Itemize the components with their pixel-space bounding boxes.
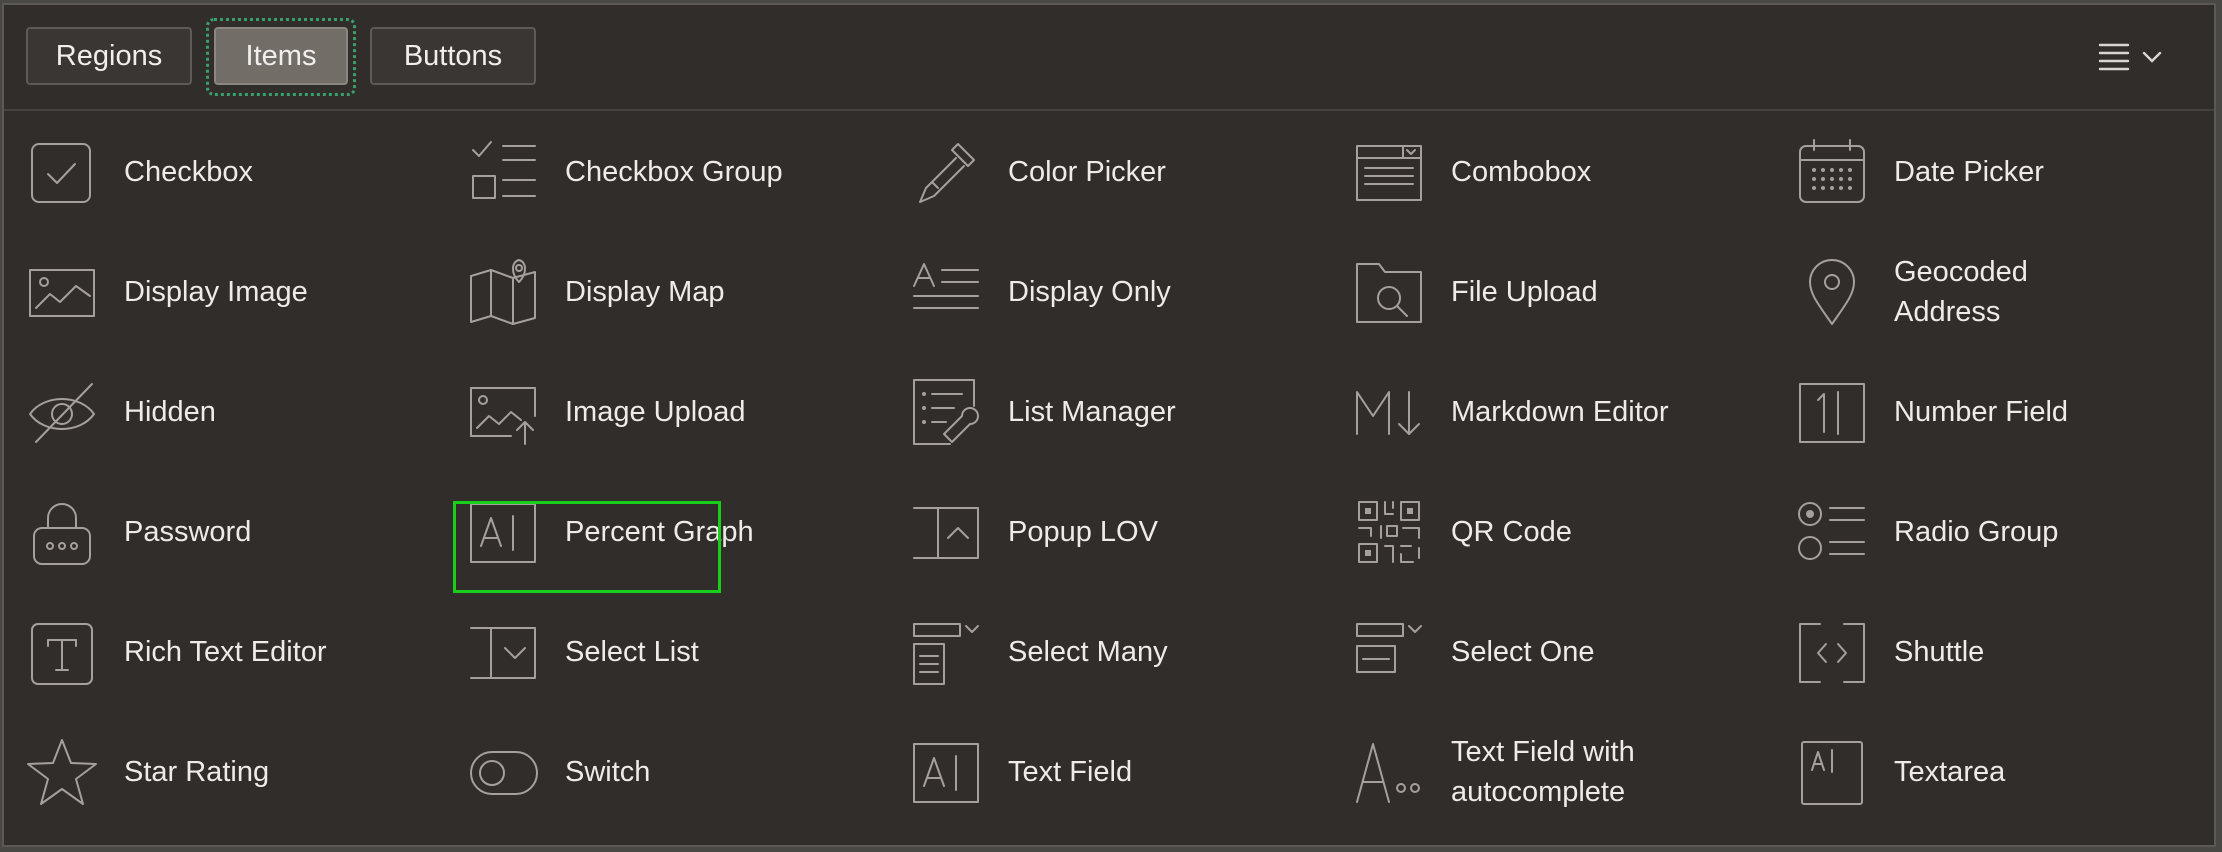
text-field-autocomplete-icon — [1353, 736, 1425, 808]
item-label: List Manager — [1008, 396, 1176, 428]
tab-focus-ring — [206, 18, 356, 96]
item-date-picker[interactable]: Date Picker — [1774, 127, 2114, 217]
list-manager-icon — [910, 376, 982, 448]
item-select-list[interactable]: Select List — [445, 607, 785, 697]
item-label: Switch — [565, 756, 651, 788]
item-checkbox[interactable]: Checkbox — [4, 127, 344, 217]
item-markdown-editor[interactable]: Markdown Editor — [1331, 367, 1671, 457]
item-checkbox-group[interactable]: Checkbox Group — [445, 127, 785, 217]
item-label: Geocoded Address — [1894, 256, 2028, 328]
textarea-icon — [1796, 736, 1868, 808]
select-many-icon — [910, 616, 982, 688]
item-label: Image Upload — [565, 396, 746, 428]
item-palette-panel: Regions Items Buttons Checkbox Checkbox … — [2, 3, 2216, 847]
item-label: Radio Group — [1894, 516, 2059, 548]
item-label: Text Field with autocomplete — [1451, 736, 1635, 808]
item-combobox[interactable]: Combobox — [1331, 127, 1671, 217]
item-label: Display Only — [1008, 276, 1171, 308]
date-picker-icon — [1796, 136, 1868, 208]
item-textarea[interactable]: Textarea — [1774, 727, 2114, 817]
hidden-icon — [26, 376, 98, 448]
item-number-field[interactable]: Number Field — [1774, 367, 2114, 457]
select-list-icon — [467, 616, 539, 688]
image-upload-icon — [467, 376, 539, 448]
item-text-field[interactable]: Text Field — [888, 727, 1228, 817]
rich-text-editor-icon — [26, 616, 98, 688]
item-geocoded-address[interactable]: Geocoded Address — [1774, 247, 2114, 337]
view-menu-button[interactable] — [2096, 41, 2176, 75]
item-select-many[interactable]: Select Many — [888, 607, 1228, 697]
item-label: Checkbox Group — [565, 156, 783, 188]
item-display-map[interactable]: Display Map — [445, 247, 785, 337]
item-label: Select One — [1451, 636, 1595, 668]
item-label: Shuttle — [1894, 636, 1985, 668]
item-label: Markdown Editor — [1451, 396, 1669, 428]
item-label: Color Picker — [1008, 156, 1166, 188]
item-label: File Upload — [1451, 276, 1598, 308]
checkbox-group-icon — [467, 136, 539, 208]
hamburger-menu-icon — [2098, 43, 2162, 71]
number-field-icon — [1796, 376, 1868, 448]
item-label: Checkbox — [124, 156, 253, 188]
item-text-field-autocomplete[interactable]: Text Field with autocomplete — [1331, 727, 1691, 817]
tab-buttons[interactable]: Buttons — [370, 27, 536, 85]
item-popup-lov[interactable]: Popup LOV — [888, 487, 1228, 577]
select-one-icon — [1353, 616, 1425, 688]
item-select-one[interactable]: Select One — [1331, 607, 1671, 697]
item-label: Rich Text Editor — [124, 636, 327, 668]
item-password[interactable]: Password — [4, 487, 344, 577]
item-switch[interactable]: Switch — [445, 727, 785, 817]
item-shuttle[interactable]: Shuttle — [1774, 607, 2114, 697]
star-rating-icon — [26, 736, 98, 808]
qr-code-icon — [1353, 496, 1425, 568]
item-label: Display Map — [565, 276, 725, 308]
password-icon — [26, 496, 98, 568]
item-list-manager[interactable]: List Manager — [888, 367, 1228, 457]
item-label: Date Picker — [1894, 156, 2044, 188]
markdown-editor-icon — [1353, 376, 1425, 448]
item-label: Textarea — [1894, 756, 2006, 788]
item-label: Combobox — [1451, 156, 1592, 188]
item-label: Popup LOV — [1008, 516, 1158, 548]
file-upload-icon — [1353, 256, 1425, 328]
item-percent-graph[interactable]: Percent Graph — [445, 487, 785, 577]
checkbox-icon — [26, 136, 98, 208]
display-image-icon — [26, 256, 98, 328]
color-picker-icon — [910, 136, 982, 208]
item-radio-group[interactable]: Radio Group — [1774, 487, 2114, 577]
palette-toolbar: Regions Items Buttons — [4, 5, 2214, 111]
item-color-picker[interactable]: Color Picker — [888, 127, 1228, 217]
geocoded-address-icon — [1796, 256, 1868, 328]
item-label: Display Image — [124, 276, 308, 308]
item-label: Star Rating — [124, 756, 270, 788]
item-star-rating[interactable]: Star Rating — [4, 727, 344, 817]
item-label: Password — [124, 516, 252, 548]
popup-lov-icon — [910, 496, 982, 568]
radio-group-icon — [1796, 496, 1868, 568]
percent-graph-icon — [467, 496, 539, 568]
item-label: Select Many — [1008, 636, 1168, 668]
item-label: Hidden — [124, 396, 216, 428]
item-qr-code[interactable]: QR Code — [1331, 487, 1671, 577]
item-label: Number Field — [1894, 396, 2069, 428]
item-label: Percent Graph — [565, 516, 754, 548]
display-map-icon — [467, 256, 539, 328]
text-field-icon — [910, 736, 982, 808]
item-rich-text-editor[interactable]: Rich Text Editor — [4, 607, 344, 697]
shuttle-icon — [1796, 616, 1868, 688]
item-label: Select List — [565, 636, 699, 668]
combobox-icon — [1353, 136, 1425, 208]
item-grid: Checkbox Checkbox Group Color Picker Com… — [4, 111, 2214, 845]
item-display-only[interactable]: Display Only — [888, 247, 1228, 337]
item-label: Text Field — [1008, 756, 1133, 788]
tab-regions[interactable]: Regions — [26, 27, 192, 85]
display-only-icon — [910, 256, 982, 328]
item-hidden[interactable]: Hidden — [4, 367, 344, 457]
item-label: QR Code — [1451, 516, 1572, 548]
item-display-image[interactable]: Display Image — [4, 247, 344, 337]
switch-icon — [467, 736, 539, 808]
item-file-upload[interactable]: File Upload — [1331, 247, 1671, 337]
item-image-upload[interactable]: Image Upload — [445, 367, 785, 457]
